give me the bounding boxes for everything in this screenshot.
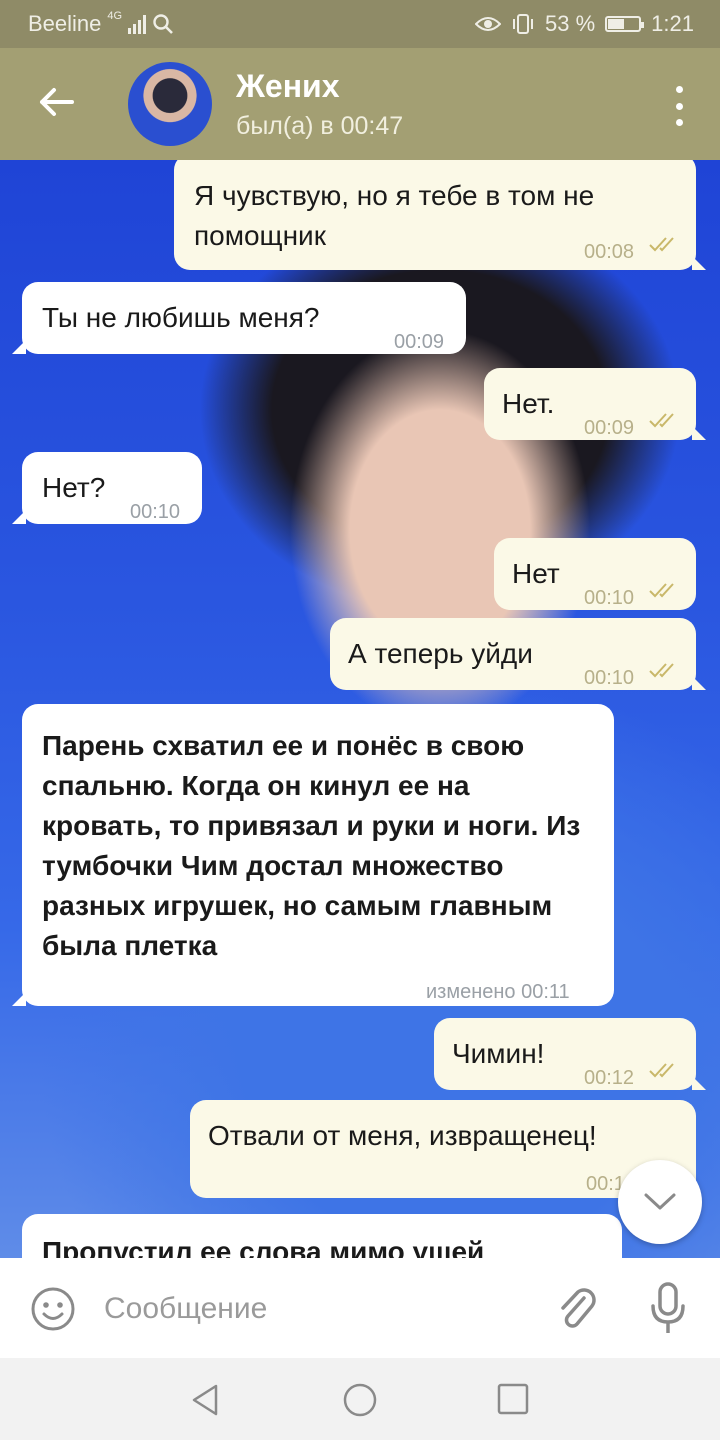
microphone-icon[interactable]	[648, 1282, 688, 1336]
message-time: 00:08	[584, 241, 635, 263]
battery-level-fill	[608, 19, 625, 29]
message-input[interactable]	[104, 1286, 524, 1332]
message-time: изменено 00:11	[426, 981, 570, 1003]
last-seen: был(а) в 00:47	[236, 112, 404, 140]
battery-icon	[605, 16, 645, 32]
nav-back-icon[interactable]	[188, 1382, 224, 1418]
status-right: 53 % 1:21	[475, 11, 694, 37]
smiley-icon[interactable]	[30, 1286, 76, 1332]
message-time: 00:10	[130, 501, 181, 523]
clock: 1:21	[651, 11, 694, 36]
message-outgoing[interactable]: Чимин! 00:12	[434, 1018, 706, 1090]
chat-area[interactable]: Я чувствую, но я тебе в том не помощник …	[0, 160, 720, 1258]
kebab-menu-icon[interactable]	[672, 86, 686, 126]
eye-icon	[475, 17, 502, 31]
message-text: Отвали от меня, извращенец!	[208, 1120, 597, 1151]
message-time: 00:12	[584, 1067, 635, 1089]
carrier-label: Beeline	[28, 11, 102, 36]
double-check-icon	[649, 1063, 674, 1078]
vibrate-icon	[513, 14, 534, 34]
message-composer	[0, 1258, 720, 1358]
message-time: 00:10	[584, 667, 635, 689]
message-outgoing[interactable]: Нет. 00:09	[484, 368, 706, 440]
chat-header: Жених был(а) в 00:47	[0, 48, 720, 160]
message-text: Ты не любишь меня?	[42, 302, 320, 333]
scroll-down-button[interactable]	[618, 1160, 702, 1244]
message-time: 00:10	[584, 587, 635, 609]
message-incoming[interactable]: Парень схватил ее и понёс в свою спальню…	[12, 704, 614, 1006]
status-bar: Beeline 4G 53 % 1:21	[0, 0, 720, 48]
signal-icon	[128, 14, 147, 34]
double-check-icon	[649, 413, 674, 428]
message-incoming[interactable]: Нет? 00:10	[12, 452, 202, 524]
status-left: Beeline 4G	[28, 10, 174, 37]
double-check-icon	[649, 663, 674, 678]
message-outgoing[interactable]: А теперь уйди 00:10	[330, 618, 706, 690]
system-nav-bar	[0, 1358, 720, 1440]
message-outgoing[interactable]: Отвали от меня, извращенец! 00:1	[190, 1100, 696, 1198]
message-text: Пропустил ее слова мимо ушей	[42, 1236, 485, 1258]
avatar[interactable]	[128, 62, 212, 146]
message-time: 00:09	[394, 331, 445, 353]
message-text: Парень схватил ее и понёс в свою спальню…	[42, 730, 581, 961]
nav-home-icon[interactable]	[342, 1382, 378, 1418]
nav-recent-apps-icon[interactable]	[496, 1382, 530, 1416]
message-outgoing[interactable]: Я чувствую, но я тебе в том не помощник …	[174, 160, 706, 270]
search-icon	[153, 14, 173, 34]
paperclip-icon[interactable]	[554, 1284, 600, 1334]
message-time: 00:09	[584, 417, 635, 439]
contact-name[interactable]: Жених	[236, 68, 340, 105]
network-type: 4G	[107, 10, 123, 22]
message-outgoing[interactable]: Нет 00:10	[494, 538, 696, 610]
double-check-icon	[649, 583, 674, 598]
message-text: Чимин!	[452, 1038, 545, 1069]
message-incoming[interactable]: Ты не любишь меня? 00:09	[12, 282, 466, 354]
message-incoming[interactable]: Пропустил ее слова мимо ушей	[22, 1214, 622, 1258]
chevron-down-icon	[644, 1193, 676, 1210]
battery-percent: 53 %	[545, 11, 596, 36]
double-check-icon	[649, 237, 674, 252]
arrow-left-icon[interactable]	[34, 80, 78, 124]
